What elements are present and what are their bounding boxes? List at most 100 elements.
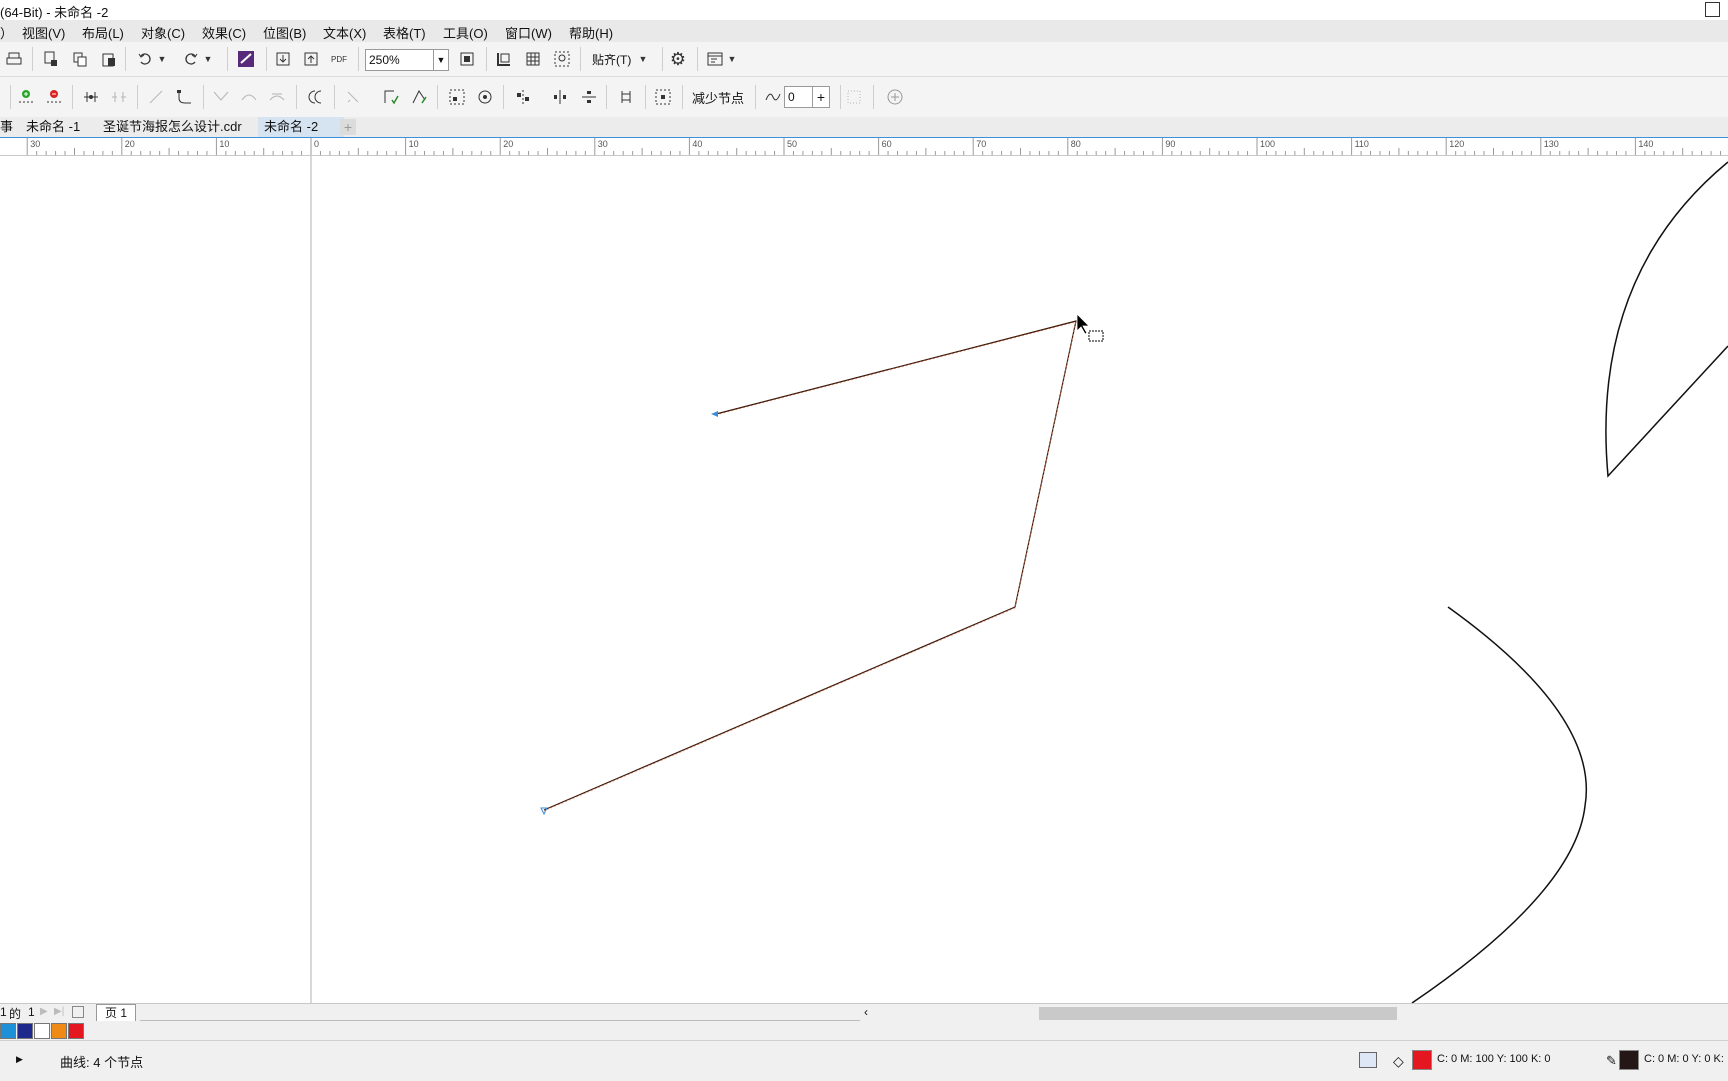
menu-view[interactable]: 视图(V) bbox=[22, 23, 65, 42]
menu-table[interactable]: 表格(T) bbox=[383, 23, 426, 42]
ruler-label: 30 bbox=[598, 139, 608, 149]
snap-to-label[interactable]: 贴齐(T) bbox=[592, 51, 631, 68]
delete-node-icon[interactable] bbox=[43, 86, 65, 108]
palette-swatch-navy[interactable] bbox=[17, 1023, 33, 1039]
new-tab-plus-icon[interactable]: + bbox=[340, 119, 356, 135]
to-line-icon[interactable] bbox=[145, 86, 167, 108]
stretch-scale-nodes-icon[interactable] bbox=[446, 86, 468, 108]
export-icon[interactable] bbox=[300, 48, 322, 70]
launcher-dropdown-icon[interactable]: ▼ bbox=[726, 48, 738, 70]
start-node-marker[interactable] bbox=[711, 411, 718, 417]
ruler-label: 10 bbox=[219, 139, 229, 149]
chevron-down-icon[interactable]: ▼ bbox=[433, 50, 448, 70]
reduce-nodes-button[interactable]: 减少节点 bbox=[692, 88, 744, 107]
separator bbox=[358, 47, 359, 71]
page-1-tab[interactable]: 页 1 bbox=[96, 1004, 137, 1021]
separator bbox=[266, 47, 267, 71]
ruler-label: 20 bbox=[503, 139, 513, 149]
tab-christmas-poster[interactable]: 圣诞节海报怎么设计.cdr bbox=[97, 117, 248, 137]
node-grid-icon[interactable] bbox=[843, 86, 865, 108]
select-all-nodes-icon[interactable] bbox=[652, 86, 674, 108]
cusp-node-icon[interactable] bbox=[210, 86, 232, 108]
break-curve-icon[interactable] bbox=[108, 86, 130, 108]
extend-curve-to-close-icon[interactable] bbox=[342, 86, 364, 108]
paste-icon[interactable] bbox=[98, 48, 120, 70]
symmetrical-node-icon[interactable] bbox=[266, 86, 288, 108]
show-grid-icon[interactable] bbox=[522, 48, 544, 70]
mirror-horizontal-icon[interactable] bbox=[549, 86, 571, 108]
show-rulers-icon[interactable] bbox=[493, 48, 515, 70]
color-profile-icon[interactable] bbox=[1359, 1052, 1377, 1068]
tab-untitled-2[interactable]: 未命名 -2 bbox=[258, 117, 344, 137]
menu-object[interactable]: 对象(C) bbox=[141, 23, 185, 42]
plus-icon[interactable]: + bbox=[812, 87, 829, 107]
palette-swatch-white[interactable] bbox=[34, 1023, 50, 1039]
corel-connect-icon[interactable] bbox=[235, 48, 257, 70]
smooth-node-icon[interactable] bbox=[238, 86, 260, 108]
menu-help[interactable]: 帮助(H) bbox=[569, 23, 613, 42]
horizontal-scrollbar-thumb[interactable] bbox=[1039, 1007, 1397, 1020]
separator bbox=[755, 85, 756, 109]
import-icon[interactable] bbox=[272, 48, 294, 70]
redo-icon[interactable] bbox=[180, 48, 202, 70]
outline-color-swatch[interactable] bbox=[1619, 1050, 1639, 1070]
outline-pen-icon: ✎ bbox=[1606, 1053, 1617, 1068]
separator bbox=[606, 85, 607, 109]
palette-swatch-red[interactable] bbox=[68, 1023, 84, 1039]
window-restore-icon[interactable] bbox=[1705, 2, 1720, 17]
current-page-number: 1 bbox=[0, 1005, 7, 1019]
close-curve-icon[interactable] bbox=[380, 86, 402, 108]
curve-smoothness-input[interactable]: 0 + bbox=[784, 86, 830, 108]
print-icon[interactable] bbox=[3, 48, 25, 70]
redo-dropdown-icon[interactable]: ▼ bbox=[202, 48, 214, 70]
tab-partial[interactable]: 事 bbox=[0, 117, 19, 137]
add-page-icon[interactable] bbox=[72, 1006, 84, 1018]
zoom-level-combo[interactable]: 250% ▼ bbox=[365, 49, 449, 71]
undo-icon[interactable] bbox=[134, 48, 156, 70]
to-curve-icon[interactable] bbox=[174, 86, 196, 108]
menu-tools[interactable]: 工具(O) bbox=[443, 23, 488, 42]
fill-bucket-icon: ◇ bbox=[1393, 1053, 1404, 1069]
separator bbox=[662, 47, 663, 71]
auto-close-icon[interactable] bbox=[408, 86, 430, 108]
snap-dropdown-icon[interactable]: ▼ bbox=[636, 48, 650, 70]
application-launcher-icon[interactable] bbox=[704, 48, 726, 70]
zoom-to-page-icon[interactable] bbox=[456, 48, 478, 70]
join-nodes-icon[interactable] bbox=[80, 86, 102, 108]
menu-bitmaps[interactable]: 位图(B) bbox=[263, 23, 306, 42]
scroll-left-icon[interactable]: ‹ bbox=[864, 1005, 868, 1019]
drawing-canvas[interactable] bbox=[0, 156, 1728, 1004]
elastic-mode-icon[interactable] bbox=[615, 86, 637, 108]
add-node-icon[interactable] bbox=[15, 86, 37, 108]
menu-partial[interactable]: ） bbox=[0, 23, 13, 42]
mirror-vertical-icon[interactable] bbox=[578, 86, 600, 108]
palette-swatch-orange[interactable] bbox=[51, 1023, 67, 1039]
import-graphics-icon[interactable] bbox=[40, 48, 62, 70]
menu-layout[interactable]: 布局(L) bbox=[82, 23, 124, 42]
publish-pdf-icon[interactable]: PDF bbox=[328, 48, 350, 70]
rotate-skew-nodes-icon[interactable] bbox=[474, 86, 496, 108]
options-gear-icon[interactable]: ⚙ bbox=[667, 48, 689, 70]
add-toolbar-item-icon[interactable] bbox=[884, 86, 906, 108]
horizontal-ruler[interactable]: 30 20 10 0 10 20 30 40 50 60 70 80 90 100 110 120 130 140… bbox=[0, 138, 1728, 156]
ruler-label: 140 bbox=[1638, 139, 1653, 149]
menu-text[interactable]: 文本(X) bbox=[323, 23, 366, 42]
last-page-icon[interactable]: ▶| bbox=[54, 1006, 64, 1017]
palette-swatch-cyan[interactable] bbox=[0, 1023, 16, 1039]
outline-color-label: C: 0 M: 0 Y: 0 K: bbox=[1644, 1053, 1724, 1065]
curve-shape-lower-right[interactable] bbox=[1411, 606, 1587, 1004]
copy-icon[interactable] bbox=[69, 48, 91, 70]
tab-untitled-1[interactable]: 未命名 -1 bbox=[20, 117, 86, 137]
menu-effects[interactable]: 效果(C) bbox=[202, 23, 246, 42]
align-nodes-icon[interactable] bbox=[512, 86, 534, 108]
undo-dropdown-icon[interactable]: ▼ bbox=[156, 48, 168, 70]
fill-color-swatch[interactable] bbox=[1412, 1050, 1432, 1070]
menu-bar: ） 视图(V) 布局(L) 对象(C) 效果(C) 位图(B) 文本(X) 表格… bbox=[0, 20, 1728, 42]
reverse-direction-icon[interactable] bbox=[305, 86, 327, 108]
show-guidelines-icon[interactable] bbox=[551, 48, 573, 70]
next-page-icon[interactable]: ▶ bbox=[40, 1006, 48, 1017]
arc-shape-right[interactable] bbox=[1605, 161, 1728, 478]
selected-curve[interactable] bbox=[543, 320, 1077, 811]
menu-window[interactable]: 窗口(W) bbox=[505, 23, 552, 42]
expand-status-icon[interactable]: ▶ bbox=[16, 1054, 23, 1065]
